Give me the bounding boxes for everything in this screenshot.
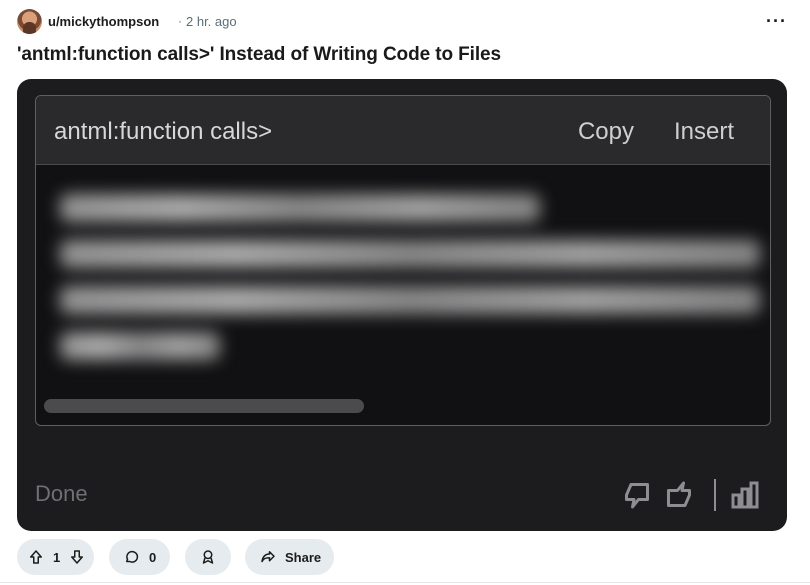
blurred-code-line (60, 240, 760, 268)
post-actions: 1 0 Share (17, 539, 347, 575)
code-panel: antml:function calls> Copy Insert (35, 95, 771, 426)
post-header: u/mickythompson · 2 hr. ago ··· (17, 9, 793, 35)
blurred-code-line (60, 286, 760, 314)
share-icon (261, 551, 275, 563)
done-label[interactable]: Done (35, 481, 88, 507)
post-title[interactable]: 'antml:function calls>' Instead of Writi… (17, 44, 501, 66)
blurred-code-line (60, 194, 540, 222)
horizontal-scrollbar[interactable] (44, 399, 364, 413)
vote-pill: 1 (17, 539, 94, 575)
downvote-icon[interactable] (68, 548, 86, 566)
meta-separator: · (178, 14, 182, 28)
thumbs-up-icon[interactable] (661, 477, 697, 513)
blurred-code (60, 194, 760, 374)
code-panel-header: antml:function calls> Copy Insert (36, 96, 770, 165)
post-image[interactable]: antml:function calls> Copy Insert Done (17, 79, 787, 531)
upvote-icon[interactable] (27, 548, 45, 566)
comment-icon (126, 550, 139, 563)
username-link[interactable]: u/mickythompson (48, 14, 159, 29)
feedback-icons (619, 477, 769, 513)
chart-icon[interactable] (727, 477, 763, 513)
share-button[interactable]: Share (245, 539, 334, 575)
divider (0, 582, 810, 583)
insert-button[interactable]: Insert (674, 118, 734, 146)
divider-icon (714, 479, 716, 511)
comments-button[interactable]: 0 (109, 539, 170, 575)
more-options-icon[interactable]: ··· (766, 11, 787, 32)
post-time: 2 hr. ago (186, 14, 237, 29)
share-label: Share (285, 549, 322, 565)
code-panel-title: antml:function calls> (54, 118, 273, 145)
thumbs-down-icon[interactable] (619, 477, 655, 513)
comment-count: 0 (149, 549, 157, 565)
copy-button[interactable]: Copy (578, 118, 634, 146)
avatar[interactable] (17, 9, 42, 34)
blurred-code-line (60, 332, 220, 360)
award-button[interactable] (185, 539, 231, 575)
vote-count: 1 (53, 549, 61, 565)
award-icon (202, 550, 214, 564)
